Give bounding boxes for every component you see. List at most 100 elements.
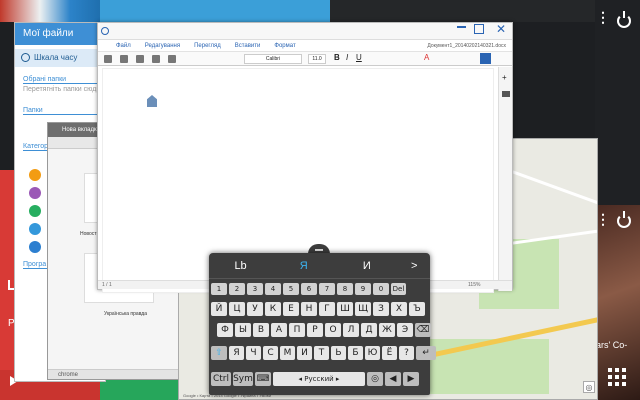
- letter-key[interactable]: Б: [348, 346, 363, 360]
- letter-key[interactable]: У: [247, 302, 263, 316]
- letter-key[interactable]: Н: [301, 302, 317, 316]
- letter-key[interactable]: П: [289, 323, 305, 337]
- letter-key[interactable]: Е: [283, 302, 299, 316]
- minimize-icon[interactable]: [457, 26, 466, 28]
- space-key[interactable]: ◂ Русский ▸: [273, 372, 365, 386]
- letter-key[interactable]: Ы: [235, 323, 251, 337]
- apps-grid-icon[interactable]: [608, 368, 628, 388]
- zoom-level[interactable]: 115%: [468, 281, 480, 290]
- home-green-tile[interactable]: [100, 378, 190, 400]
- category-images-icon[interactable]: [29, 169, 41, 181]
- maximize-icon[interactable]: [474, 24, 484, 34]
- letter-key[interactable]: Ж: [379, 323, 395, 337]
- letter-key[interactable]: Э: [397, 323, 413, 337]
- letter-key[interactable]: К: [265, 302, 281, 316]
- overflow-menu-icon[interactable]: ⋮: [596, 10, 610, 24]
- delete-key[interactable]: Del: [391, 283, 406, 295]
- number-key[interactable]: 3: [247, 283, 263, 295]
- category-music-icon[interactable]: [29, 205, 41, 217]
- align-left-button[interactable]: [480, 53, 491, 64]
- open-icon[interactable]: [120, 55, 128, 63]
- letter-key[interactable]: Ц: [229, 302, 245, 316]
- power-icon[interactable]: [617, 211, 631, 228]
- suggestion-item[interactable]: Я: [272, 260, 335, 272]
- letter-key[interactable]: Г: [319, 302, 335, 316]
- font-size-select[interactable]: 11.0: [308, 54, 326, 64]
- letter-key[interactable]: Ш: [337, 302, 353, 316]
- grid-dot: [615, 382, 619, 386]
- power-icon[interactable]: [617, 11, 631, 28]
- letter-key[interactable]: Л: [343, 323, 359, 337]
- letter-key[interactable]: Х: [391, 302, 407, 316]
- comment-icon[interactable]: [502, 91, 510, 97]
- cursor-right-key[interactable]: ▶: [403, 372, 419, 386]
- letter-key[interactable]: Я: [229, 346, 244, 360]
- letter-key[interactable]: И: [297, 346, 312, 360]
- overflow-menu-icon[interactable]: ⋮: [596, 212, 610, 226]
- print-icon[interactable]: [152, 55, 160, 63]
- cursor-left-key[interactable]: ◀: [385, 372, 401, 386]
- number-key[interactable]: 8: [337, 283, 353, 295]
- number-key[interactable]: 4: [265, 283, 281, 295]
- letter-key[interactable]: А: [271, 323, 287, 337]
- text-cursor-handle[interactable]: [147, 95, 157, 107]
- underline-button[interactable]: U: [356, 53, 362, 62]
- map-locate-button[interactable]: ◎: [583, 381, 595, 393]
- letter-key[interactable]: Ч: [246, 346, 261, 360]
- letter-key[interactable]: Ф: [217, 323, 233, 337]
- letter-key[interactable]: Ю: [365, 346, 380, 360]
- home-tile-blue: [100, 0, 330, 22]
- letter-key[interactable]: Т: [314, 346, 329, 360]
- enter-icon[interactable]: ↵: [416, 346, 436, 360]
- letter-key[interactable]: Ь: [331, 346, 346, 360]
- keyboard-settings-icon[interactable]: ⌨: [255, 372, 271, 386]
- bold-button[interactable]: B: [334, 53, 340, 62]
- backspace-icon[interactable]: ⌫: [415, 323, 431, 337]
- suggestion-item[interactable]: И: [335, 260, 398, 272]
- back-icon[interactable]: [101, 27, 109, 35]
- suggestion-expand-button[interactable]: >: [398, 260, 430, 272]
- italic-button[interactable]: I: [346, 53, 348, 62]
- number-key[interactable]: 2: [229, 283, 245, 295]
- menu-view[interactable]: Перегляд: [194, 43, 221, 49]
- category-downloads-icon[interactable]: [29, 241, 41, 253]
- close-icon[interactable]: ✕: [496, 22, 506, 36]
- letter-key[interactable]: С: [263, 346, 278, 360]
- save-icon[interactable]: [136, 55, 144, 63]
- letter-key[interactable]: Р: [307, 323, 323, 337]
- menu-insert[interactable]: Вставити: [235, 43, 261, 49]
- letter-key[interactable]: Ъ: [409, 302, 425, 316]
- letter-key[interactable]: О: [325, 323, 341, 337]
- font-color-button[interactable]: A: [424, 53, 429, 62]
- sym-key[interactable]: Sym: [233, 372, 253, 386]
- category-video-icon[interactable]: [29, 187, 41, 199]
- menu-file[interactable]: Файл: [116, 43, 131, 49]
- number-key[interactable]: 1: [211, 283, 227, 295]
- document-editor-window[interactable]: ✕ Файл Редагування Перегляд Вставити Фор…: [97, 22, 513, 293]
- letter-key[interactable]: З: [373, 302, 389, 316]
- export-icon[interactable]: [168, 55, 176, 63]
- letter-key[interactable]: Щ: [355, 302, 371, 316]
- number-key[interactable]: 9: [355, 283, 371, 295]
- letter-key[interactable]: ?: [399, 346, 414, 360]
- letter-key[interactable]: Ё: [382, 346, 397, 360]
- menu-edit[interactable]: Редагування: [145, 43, 180, 49]
- globe-icon[interactable]: ◎: [367, 372, 383, 386]
- ctrl-key[interactable]: Ctrl: [211, 372, 231, 386]
- number-key[interactable]: 5: [283, 283, 299, 295]
- font-name-select[interactable]: Calibri: [244, 54, 302, 64]
- category-documents-icon[interactable]: [29, 223, 41, 235]
- number-key[interactable]: 7: [319, 283, 335, 295]
- timeline-item[interactable]: Шкала часу: [15, 49, 105, 67]
- letter-key[interactable]: М: [280, 346, 295, 360]
- menu-format[interactable]: Формат: [274, 43, 295, 49]
- new-doc-icon[interactable]: [104, 55, 112, 63]
- add-icon[interactable]: +: [502, 73, 507, 82]
- letter-key[interactable]: В: [253, 323, 269, 337]
- suggestion-item[interactable]: Lb: [209, 260, 272, 272]
- number-key[interactable]: 0: [373, 283, 389, 295]
- shift-icon[interactable]: ⇧: [211, 346, 227, 360]
- letter-key[interactable]: Й: [211, 302, 227, 316]
- letter-key[interactable]: Д: [361, 323, 377, 337]
- number-key[interactable]: 6: [301, 283, 317, 295]
